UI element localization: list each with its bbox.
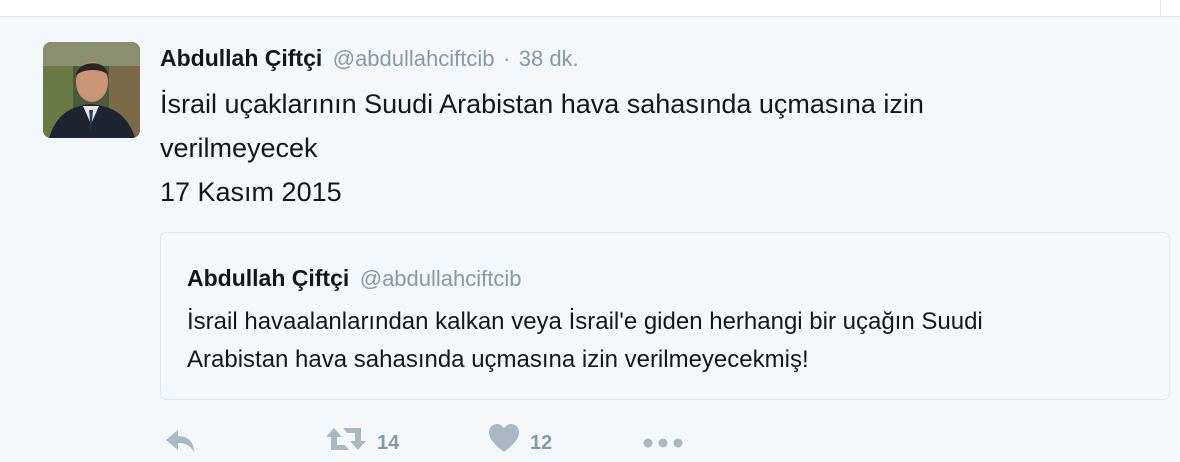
avatar[interactable] bbox=[43, 42, 140, 138]
tweet-timestamp[interactable]: 38 dk. bbox=[519, 46, 579, 71]
like-count: 12 bbox=[530, 432, 553, 454]
quoted-tweet-text: İsrail havaalanlarından kalkan veya İsra… bbox=[187, 303, 1147, 379]
reply-icon bbox=[166, 430, 194, 452]
quoted-author-handle: @abdullahciftcib bbox=[359, 266, 522, 291]
retweet-button[interactable]: 14 bbox=[325, 424, 399, 460]
more-icon bbox=[643, 438, 683, 448]
tweet-text-line: 17 Kasım 2015 bbox=[160, 177, 342, 207]
like-button[interactable]: 12 bbox=[488, 424, 552, 460]
author-handle[interactable]: @abdullahciftcib bbox=[333, 46, 495, 71]
more-button[interactable] bbox=[642, 424, 684, 460]
quoted-tweet-card[interactable]: Abdullah Çiftçi @abdullahciftcib İsrail … bbox=[160, 232, 1170, 400]
heart-icon bbox=[489, 424, 519, 452]
previous-tweet-strip bbox=[0, 0, 1180, 17]
quoted-text-line: İsrail havaalanlarından kalkan veya İsra… bbox=[187, 308, 983, 335]
reply-button[interactable] bbox=[162, 424, 198, 460]
tweet-text: İsrail uçaklarının Suudi Arabistan hava … bbox=[160, 82, 1150, 214]
tweet-text-line: İsrail uçaklarının Suudi Arabistan hava … bbox=[160, 89, 924, 119]
author-name[interactable]: Abdullah Çiftçi bbox=[160, 45, 322, 71]
quoted-tweet-header: Abdullah Çiftçi @abdullahciftcib bbox=[187, 263, 522, 297]
tweet-text-line: verilmeyecek bbox=[160, 133, 318, 163]
strip-divider bbox=[1160, 0, 1161, 16]
retweet-count: 14 bbox=[377, 432, 400, 454]
header-separator: · bbox=[502, 46, 511, 71]
quoted-author-name: Abdullah Çiftçi bbox=[187, 265, 350, 291]
retweet-icon bbox=[326, 428, 366, 450]
avatar-image bbox=[43, 42, 140, 138]
tweet-header: Abdullah Çiftçi @abdullahciftcib · 38 dk… bbox=[160, 43, 579, 73]
quoted-text-line: Arabistan hava sahasında uçmasına izin v… bbox=[187, 346, 809, 373]
